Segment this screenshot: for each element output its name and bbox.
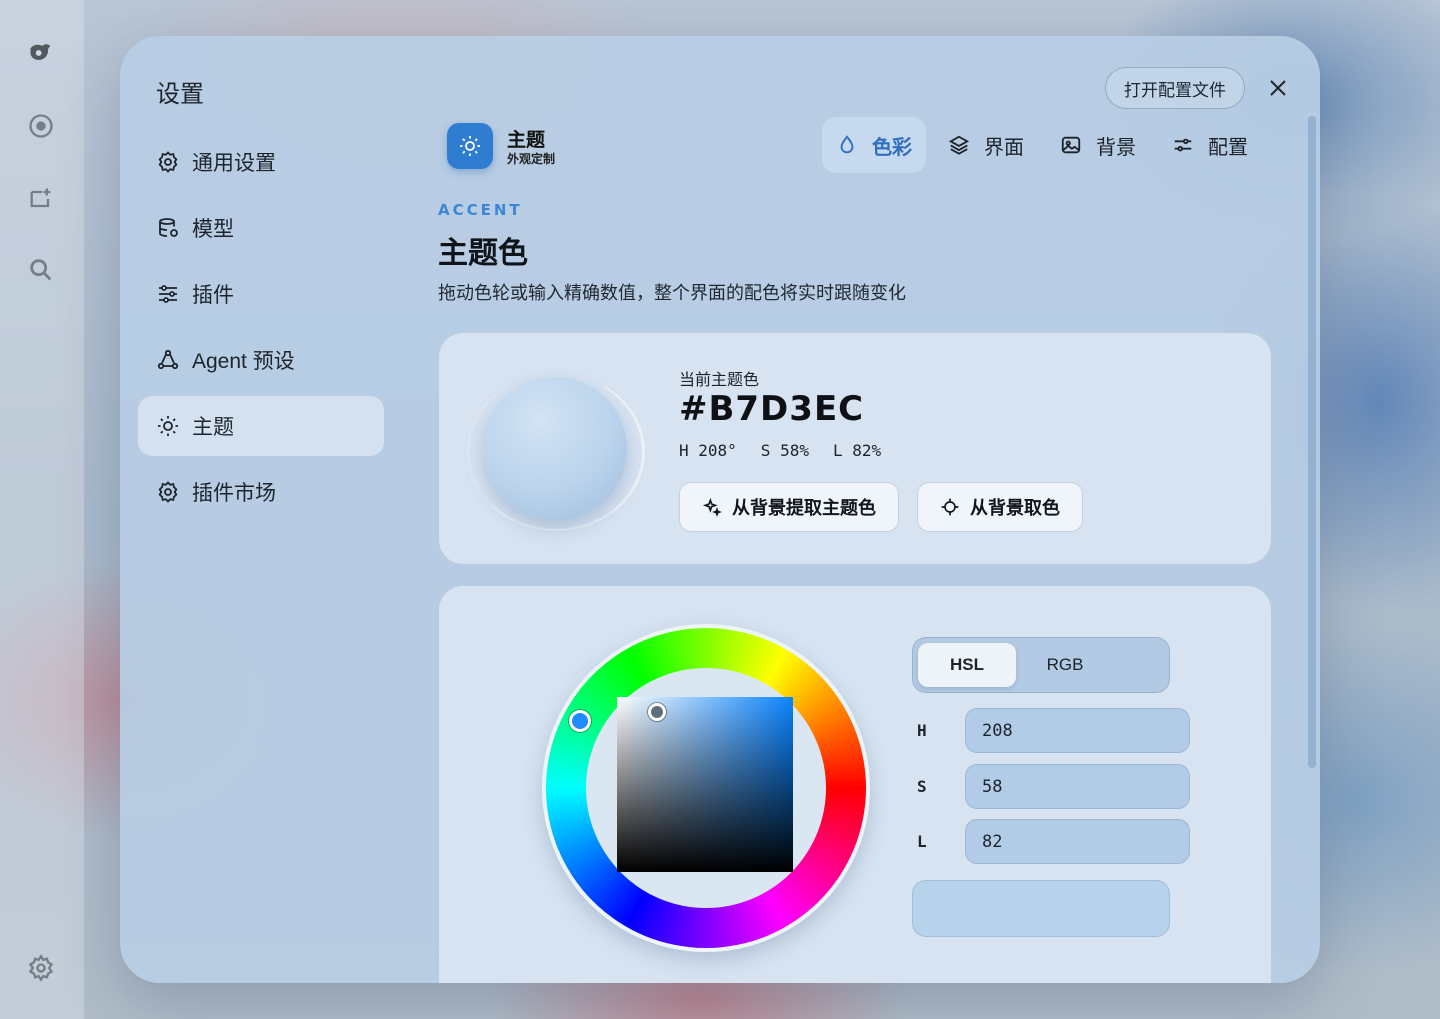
button-label: 从背景提取主题色 bbox=[732, 498, 876, 518]
hue-readout: H 208° bbox=[679, 441, 737, 460]
lightness-input[interactable] bbox=[965, 819, 1190, 864]
close-icon[interactable] bbox=[1264, 74, 1292, 102]
hue-field-row: H bbox=[917, 708, 1190, 753]
saturation-lightness-square[interactable] bbox=[617, 697, 793, 872]
current-color-hex: #B7D3EC bbox=[679, 389, 865, 429]
theme-header-title: 主题 bbox=[507, 130, 546, 151]
gear-icon bbox=[158, 481, 178, 503]
sidebar-item-general[interactable]: 通用设置 bbox=[138, 132, 384, 192]
saturation-input[interactable] bbox=[965, 764, 1190, 809]
app-rail bbox=[0, 0, 84, 1019]
sparkle-icon bbox=[702, 497, 722, 517]
theme-tabs: 色彩 界面 背景 配置 bbox=[822, 117, 1270, 173]
sliders-icon bbox=[159, 285, 177, 303]
button-label: 从背景取色 bbox=[970, 498, 1060, 518]
scrollbar[interactable] bbox=[1308, 116, 1316, 768]
tab-colors[interactable]: 色彩 bbox=[822, 117, 926, 173]
sidebar-item-agent-presets[interactable]: Agent 预设 bbox=[138, 330, 384, 390]
sidebar-item-label: 插件市场 bbox=[192, 482, 276, 505]
app-logo-icon[interactable] bbox=[24, 36, 58, 70]
section-title: 主题色 bbox=[438, 237, 528, 270]
sun-icon bbox=[460, 136, 480, 156]
saturation-field-row: S bbox=[917, 764, 1190, 809]
database-icon bbox=[159, 218, 178, 237]
theme-header-subtitle: 外观定制 bbox=[507, 152, 556, 166]
saturation-field-label: S bbox=[917, 777, 927, 796]
tab-label: 配置 bbox=[1208, 136, 1248, 159]
sidebar-item-label: 插件 bbox=[192, 284, 234, 307]
section-eyebrow: ACCENT bbox=[438, 201, 523, 219]
hue-field-label: H bbox=[917, 721, 927, 740]
modal-title: 设置 bbox=[156, 81, 204, 108]
gear-icon bbox=[158, 151, 178, 173]
tab-label: 色彩 bbox=[872, 136, 912, 159]
theme-badge bbox=[447, 123, 493, 169]
lightness-readout: L 82% bbox=[832, 441, 882, 460]
tab-config[interactable]: 配置 bbox=[1158, 117, 1262, 173]
sidebar-item-theme[interactable]: 主题 bbox=[138, 396, 384, 456]
tab-label: 界面 bbox=[984, 136, 1024, 159]
sidebar-item-models[interactable]: 模型 bbox=[138, 198, 384, 258]
settings-gear-icon[interactable] bbox=[24, 951, 58, 985]
hue-input[interactable] bbox=[965, 708, 1190, 753]
saturation-lightness-handle[interactable] bbox=[648, 703, 666, 721]
extract-theme-from-background-button[interactable]: 从背景提取主题色 bbox=[679, 482, 899, 532]
image-icon bbox=[1061, 136, 1081, 154]
hue-handle[interactable] bbox=[569, 710, 591, 732]
color-sphere-preview bbox=[483, 377, 627, 521]
settings-modal: 设置 打开配置文件 通用设置 模型 插件 Agent 预设 主题 插件市场 主题… bbox=[120, 36, 1320, 983]
layers-icon bbox=[948, 135, 970, 155]
tab-interface[interactable]: 界面 bbox=[934, 117, 1038, 173]
mode-rgb[interactable]: RGB bbox=[1016, 643, 1114, 687]
mode-hsl[interactable]: HSL bbox=[918, 643, 1016, 687]
search-icon[interactable] bbox=[24, 253, 58, 287]
droplet-icon bbox=[840, 135, 854, 154]
sidebar-item-label: 通用设置 bbox=[192, 152, 276, 175]
settings-sidebar: 通用设置 模型 插件 Agent 预设 主题 插件市场 bbox=[138, 132, 384, 528]
recycle-icon bbox=[157, 349, 179, 370]
lightness-field-row: L bbox=[917, 819, 1190, 864]
color-wheel[interactable] bbox=[542, 624, 870, 952]
tab-label: 背景 bbox=[1096, 136, 1136, 159]
color-picker-card: HSL RGB H S L bbox=[439, 586, 1271, 983]
section-description: 拖动色轮或输入精确数值，整个界面的配色将实时跟随变化 bbox=[438, 283, 906, 303]
new-chat-icon[interactable] bbox=[24, 182, 58, 216]
sidebar-item-plugins[interactable]: 插件 bbox=[138, 264, 384, 324]
current-color-hsl: H 208° S 58% L 82% bbox=[679, 441, 881, 460]
sidebar-item-label: 模型 bbox=[192, 218, 234, 241]
sun-icon bbox=[158, 416, 178, 436]
lightness-field-label: L bbox=[917, 832, 927, 851]
crosshair-icon bbox=[941, 498, 959, 516]
sidebar-item-plugin-market[interactable]: 插件市场 bbox=[138, 462, 384, 522]
current-color-label: 当前主题色 bbox=[679, 372, 760, 389]
current-color-card: 当前主题色 #B7D3EC H 208° S 58% L 82% 从背景提取主题… bbox=[439, 333, 1271, 564]
sidebar-item-label: 主题 bbox=[192, 416, 234, 439]
saturation-readout: S 58% bbox=[760, 441, 809, 460]
tab-background[interactable]: 背景 bbox=[1046, 117, 1150, 173]
color-preview-swatch bbox=[912, 880, 1170, 937]
sidebar-item-label: Agent 预设 bbox=[192, 350, 295, 373]
toggles-icon bbox=[1174, 138, 1192, 152]
color-mode-toggle: HSL RGB bbox=[912, 637, 1170, 693]
pick-color-from-background-button[interactable]: 从背景取色 bbox=[917, 482, 1083, 532]
record-icon[interactable] bbox=[24, 109, 58, 143]
open-config-button[interactable]: 打开配置文件 bbox=[1105, 67, 1245, 109]
